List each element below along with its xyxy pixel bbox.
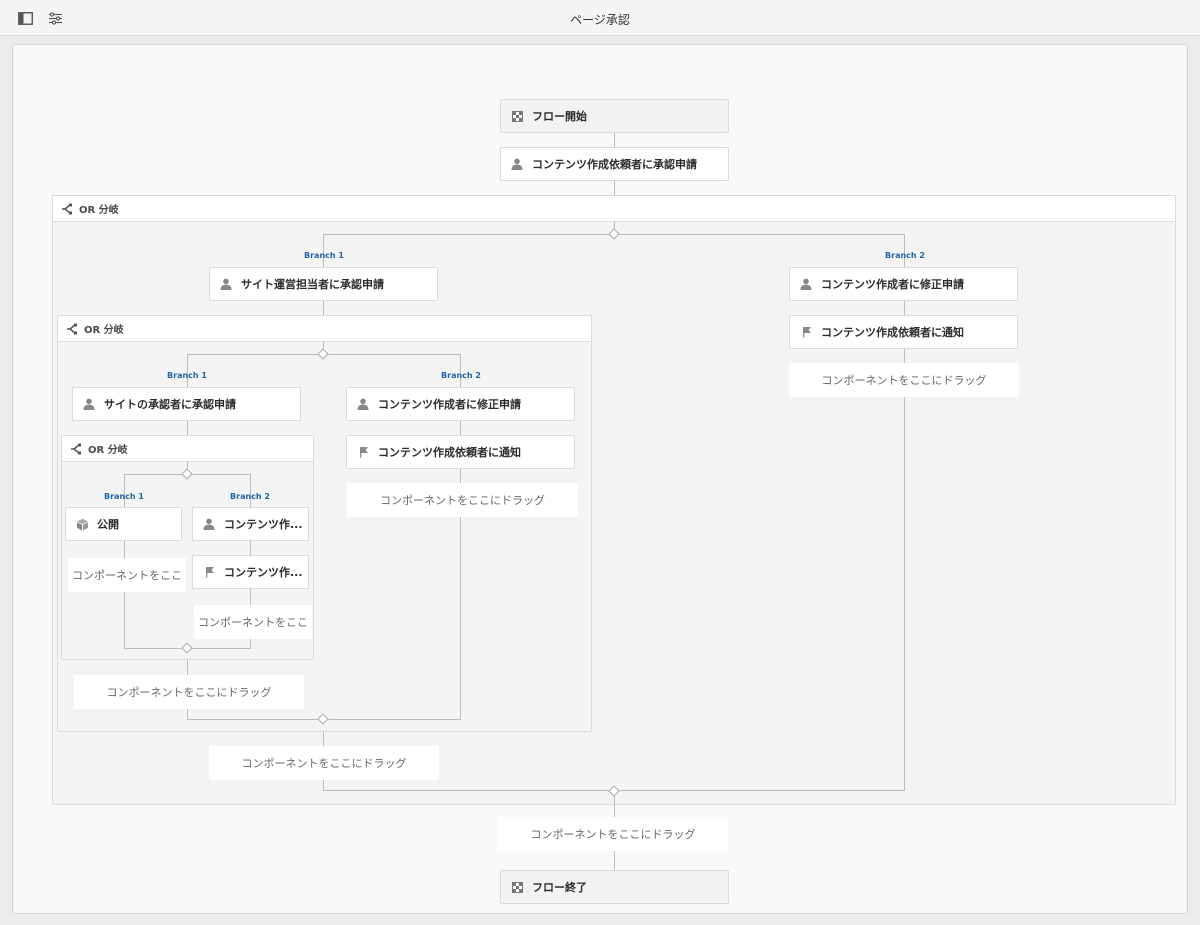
drop-zone[interactable]: コンポーネントをここにドラッグ: [74, 675, 304, 709]
drop-zone[interactable]: コンポーネントをここにドラッグ: [347, 483, 578, 517]
node-label: コンテンツ作...: [224, 518, 303, 531]
step-creator-revision[interactable]: コンテンツ作成者に修正申請: [789, 267, 1018, 301]
drop-zone[interactable]: コンポーネントをここにドラッグ: [789, 363, 1019, 397]
split-header[interactable]: OR 分岐: [62, 436, 313, 462]
step-site-approver[interactable]: サイトの承認者に承認申請: [72, 387, 301, 421]
node-label: サイト運営担当者に承認申請: [241, 278, 384, 291]
flag-checker-icon: [510, 880, 524, 894]
flag-icon: [356, 445, 370, 459]
drop-zone[interactable]: コンポーネントをここ: [68, 558, 186, 592]
branch-label: Branch 1: [167, 371, 207, 380]
user-icon: [82, 397, 96, 411]
step-creator-revision[interactable]: コンテンツ作成者に修正申請: [346, 387, 575, 421]
branch-label: Branch 2: [230, 492, 270, 501]
user-icon: [510, 157, 524, 171]
top-toolbar: ページ承認: [0, 0, 1200, 36]
step-site-manager[interactable]: サイト運営担当者に承認申請: [209, 267, 438, 301]
node-label: コンテンツ作成依頼者に通知: [378, 446, 521, 459]
step-notify-requester[interactable]: コンテンツ作成依頼者に通知: [789, 315, 1018, 349]
node-label: コンテンツ作成者に修正申請: [821, 278, 964, 291]
node-label: コンテンツ作成依頼者に通知: [821, 326, 964, 339]
split-icon: [61, 203, 73, 215]
node-label: コンテンツ作成者に修正申請: [378, 398, 521, 411]
drop-zone[interactable]: コンポーネントをここ: [194, 605, 312, 639]
split-icon: [66, 323, 78, 335]
flow-start-node[interactable]: フロー開始: [500, 99, 729, 133]
split-label: OR 分岐: [88, 445, 128, 456]
user-icon: [219, 277, 233, 291]
step-notify-requester[interactable]: コンテンツ作成依頼者に通知: [346, 435, 575, 469]
split-icon: [70, 443, 82, 455]
split-header[interactable]: OR 分岐: [58, 316, 591, 342]
split-header[interactable]: OR 分岐: [53, 196, 1175, 222]
step-creator-short[interactable]: コンテンツ作...: [192, 507, 309, 541]
flag-icon: [799, 325, 813, 339]
step-publish[interactable]: 公開: [65, 507, 182, 541]
flag-icon: [202, 565, 216, 579]
user-icon: [202, 517, 216, 531]
node-label: コンテンツ作...: [224, 566, 303, 579]
branch-label: Branch 1: [104, 492, 144, 501]
page-title: ページ承認: [570, 13, 630, 27]
workflow-canvas: フロー開始 コンテンツ作成依頼者に承認申請 OR 分岐 Branch 1 Bra…: [12, 44, 1188, 914]
flag-checker-icon: [510, 109, 524, 123]
drop-zone[interactable]: コンポーネントをここにドラッグ: [498, 817, 728, 851]
flow-end-node[interactable]: フロー終了: [500, 870, 729, 904]
node-label: コンテンツ作成依頼者に承認申請: [532, 158, 697, 171]
step-request-requester[interactable]: コンテンツ作成依頼者に承認申請: [500, 147, 729, 181]
package-icon: [75, 517, 89, 531]
split-label: OR 分岐: [79, 205, 119, 216]
user-icon: [356, 397, 370, 411]
step-notify-short[interactable]: コンテンツ作...: [192, 555, 309, 589]
user-icon: [799, 277, 813, 291]
branch-label: Branch 2: [441, 371, 481, 380]
node-label: フロー終了: [532, 881, 587, 894]
node-label: フロー開始: [532, 110, 587, 123]
node-label: 公開: [97, 518, 119, 531]
split-label: OR 分岐: [84, 325, 124, 336]
node-label: サイトの承認者に承認申請: [104, 398, 236, 411]
drop-zone[interactable]: コンポーネントをここにドラッグ: [209, 746, 439, 780]
branch-label: Branch 2: [885, 251, 925, 260]
branch-label: Branch 1: [304, 251, 344, 260]
